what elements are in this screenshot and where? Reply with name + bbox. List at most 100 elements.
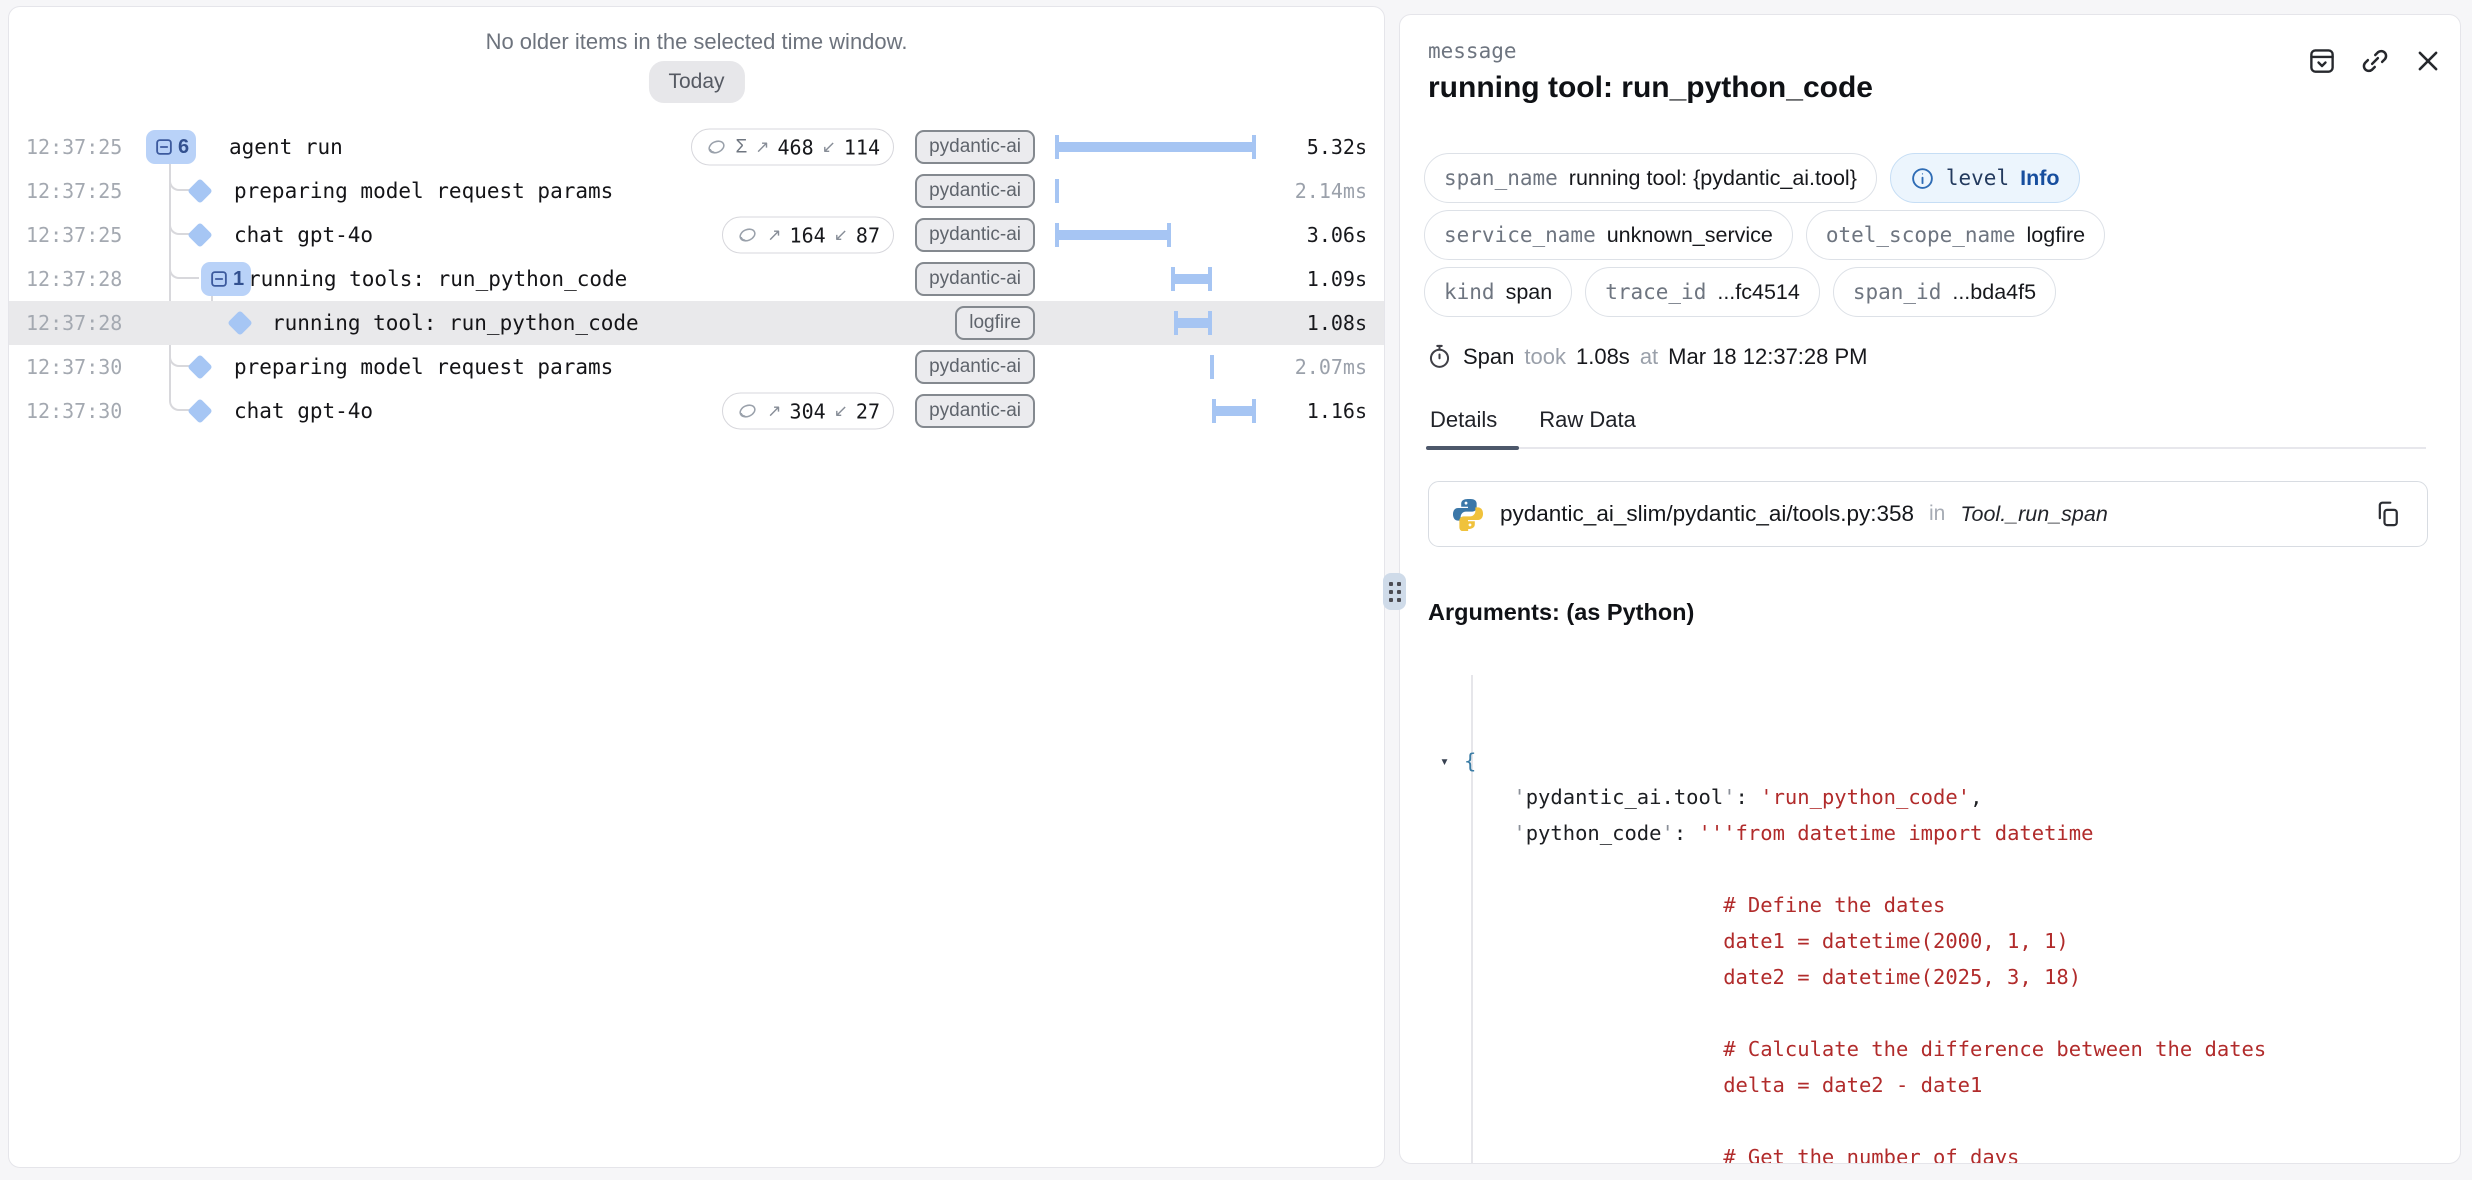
- chip-row: kind span trace_id ...fc4514 span_id ...…: [1424, 267, 2444, 317]
- timing-span-word: Span: [1463, 344, 1514, 370]
- chip-value: ...bda4f5: [1952, 280, 2036, 305]
- token-coin-icon: [736, 400, 759, 423]
- chip-value: span: [1506, 280, 1553, 305]
- tray-chevron-icon[interactable]: [2306, 45, 2338, 77]
- trace-list-panel: No older items in the selected time wind…: [8, 6, 1385, 1168]
- collapse-chevron-icon[interactable]: ▾: [1440, 743, 1449, 779]
- span-diamond-icon: [187, 222, 212, 247]
- span-detail-panel: message running tool: run_python_code sp…: [1399, 14, 2461, 1164]
- span-name: chat gpt-4o: [234, 399, 373, 423]
- trace-rows: 12:37:25 6agent run Σ ↗468 ↙114pydantic-…: [9, 125, 1384, 433]
- chip-row: service_name unknown_service otel_scope_…: [1424, 210, 2444, 260]
- panel-resize-handle[interactable]: [1383, 573, 1406, 610]
- code-line: # Get the number of days: [1440, 1139, 2446, 1164]
- attribute-chip-trace_id[interactable]: trace_id ...fc4514: [1585, 267, 1820, 317]
- chip-row: span_name running tool: {pydantic_ai.too…: [1424, 153, 2444, 203]
- link-icon[interactable]: [2359, 45, 2391, 77]
- duration-bar: [1055, 223, 1171, 247]
- chip-label: otel_scope_name: [1826, 223, 2016, 247]
- trace-row[interactable]: 12:37:25 6agent run Σ ↗468 ↙114pydantic-…: [9, 125, 1384, 169]
- attribute-chip-otel_scope_name[interactable]: otel_scope_name logfire: [1806, 210, 2105, 260]
- attribute-chip-span_id[interactable]: span_id ...bda4f5: [1833, 267, 2056, 317]
- attribute-chip-span_name[interactable]: span_name running tool: {pydantic_ai.too…: [1424, 153, 1877, 203]
- timing-took-word: took: [1524, 344, 1566, 370]
- scope-badge: pydantic-ai: [915, 130, 1035, 164]
- info-icon: [1910, 166, 1935, 191]
- row-timestamp: 12:37:28: [26, 311, 122, 335]
- code-line: [1440, 995, 2446, 1031]
- span-diamond-icon: [227, 310, 252, 335]
- timeline-track: [1055, 213, 1259, 257]
- chip-value: running tool: {pydantic_ai.tool}: [1569, 166, 1857, 191]
- chip-label: span_id: [1853, 280, 1942, 304]
- duration-bar: [1210, 355, 1214, 379]
- row-timestamp: 12:37:25: [26, 223, 122, 247]
- code-line: date1 = datetime(2000, 1, 1): [1440, 923, 2446, 959]
- code-line: 'pydantic_ai.tool': 'run_python_code',: [1440, 779, 2446, 815]
- attribute-chip-service_name[interactable]: service_name unknown_service: [1424, 210, 1793, 260]
- token-usage-badge: Σ ↗468 ↙114: [691, 129, 895, 166]
- code-line: [1440, 851, 2446, 887]
- code-line: date2 = datetime(2025, 3, 18): [1440, 959, 2446, 995]
- output-tokens-arrow-icon: ↙: [834, 225, 848, 245]
- trace-row[interactable]: 12:37:28 running tool: run_python_code log…: [9, 301, 1384, 345]
- code-line: # Define the dates: [1440, 887, 2446, 923]
- duration-label: 1.09s: [1307, 267, 1367, 291]
- level-chip[interactable]: level Info: [1890, 153, 2080, 203]
- trace-row[interactable]: 12:37:30preparing model request paramspy…: [9, 345, 1384, 389]
- duration-label: 2.07ms: [1295, 355, 1367, 379]
- row-timestamp: 12:37:25: [26, 135, 122, 159]
- code-line: # Calculate the difference between the d…: [1440, 1031, 2446, 1067]
- output-tokens-arrow-icon: ↙: [822, 137, 836, 157]
- stopwatch-icon: [1426, 343, 1453, 370]
- row-timestamp: 12:37:30: [26, 399, 122, 423]
- timeline-track: [1055, 389, 1259, 433]
- trace-row[interactable]: 12:37:25chat gpt-4o ↗164 ↙87pydantic-ai …: [9, 213, 1384, 257]
- scope-badge: pydantic-ai: [915, 350, 1035, 384]
- arguments-code: ▾{ 'pydantic_ai.tool': 'run_python_code'…: [1440, 635, 2446, 1164]
- scope-badge: logfire: [955, 306, 1035, 340]
- tab-details[interactable]: Details: [1428, 407, 1505, 449]
- span-timing: Span took 1.08s at Mar 18 12:37:28 PM: [1426, 343, 1868, 370]
- span-diamond-icon: [187, 398, 212, 423]
- timeline-track: [1055, 125, 1259, 169]
- output-tokens: 114: [844, 135, 880, 159]
- today-button[interactable]: Today: [648, 61, 744, 103]
- span-title: running tool: run_python_code: [1428, 71, 1873, 105]
- minus-square-icon: [153, 136, 175, 158]
- collapse-toggle[interactable]: 6: [146, 130, 196, 164]
- copy-icon[interactable]: [2371, 497, 2405, 531]
- input-tokens: 164: [790, 223, 826, 247]
- trace-row[interactable]: 12:37:25preparing model request paramspy…: [9, 169, 1384, 213]
- chip-value: unknown_service: [1607, 223, 1773, 248]
- scope-badge: pydantic-ai: [915, 394, 1035, 428]
- record-kind-label: message: [1428, 39, 1517, 63]
- output-tokens-arrow-icon: ↙: [834, 401, 848, 421]
- trace-row[interactable]: 12:37:30chat gpt-4o ↗304 ↙27pydantic-ai …: [9, 389, 1384, 433]
- span-diamond-icon: [187, 354, 212, 379]
- span-diamond-icon: [187, 178, 212, 203]
- input-tokens-arrow-icon: ↗: [755, 137, 769, 157]
- code-location-link[interactable]: pydantic_ai_slim/pydantic_ai/tools.py:35…: [1428, 481, 2428, 547]
- input-tokens-arrow-icon: ↗: [767, 401, 781, 421]
- span-name: running tool: run_python_code: [272, 311, 639, 335]
- attribute-chip-kind[interactable]: kind span: [1424, 267, 1572, 317]
- span-name: running tools: run_python_code: [248, 267, 627, 291]
- code-line: [1440, 1103, 2446, 1139]
- output-tokens: 87: [856, 223, 880, 247]
- duration-label: 2.14ms: [1295, 179, 1367, 203]
- token-usage-badge: ↗304 ↙27: [722, 393, 894, 430]
- input-tokens-arrow-icon: ↗: [767, 225, 781, 245]
- close-icon[interactable]: [2412, 45, 2444, 77]
- duration-label: 5.32s: [1307, 135, 1367, 159]
- duration-bar: [1055, 179, 1059, 203]
- chip-label: span_name: [1444, 166, 1558, 190]
- tab-raw-data[interactable]: Raw Data: [1537, 407, 1644, 449]
- chip-label: service_name: [1444, 223, 1596, 247]
- collapse-toggle[interactable]: 1: [201, 262, 251, 296]
- code-line: 'python_code': '''from datetime import d…: [1440, 815, 2446, 851]
- code-line: delta = date2 - date1: [1440, 1067, 2446, 1103]
- trace-row[interactable]: 12:37:28 1running tools: run_python_code…: [9, 257, 1384, 301]
- chip-value: logfire: [2027, 223, 2086, 248]
- output-tokens: 27: [856, 399, 880, 423]
